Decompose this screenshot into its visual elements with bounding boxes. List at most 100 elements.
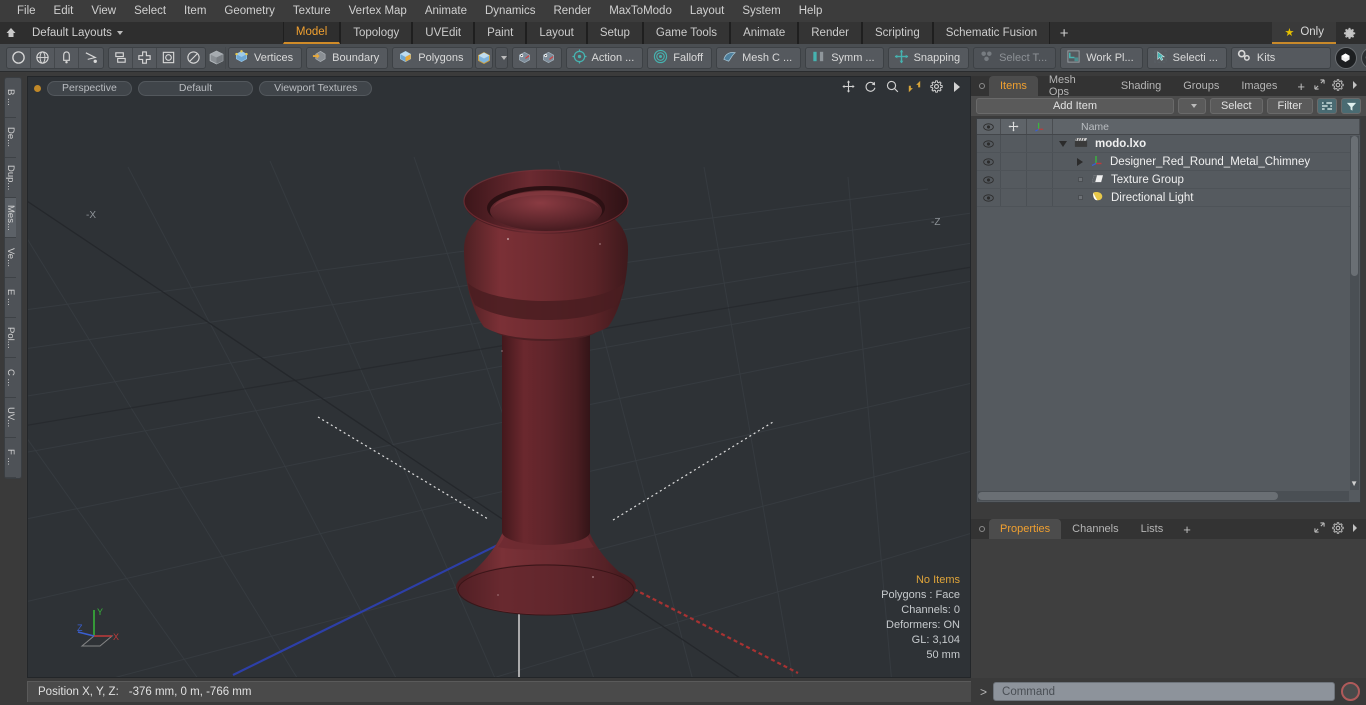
menu-item-render[interactable]: Render (544, 3, 600, 19)
expand-icon[interactable] (1314, 522, 1325, 536)
viewport-textures-selector[interactable]: Viewport Textures (259, 80, 373, 96)
layout-tab-schematic-fusion[interactable]: Schematic Fusion (932, 22, 1051, 44)
pen-icon[interactable] (55, 47, 79, 68)
pan-icon[interactable] (842, 80, 855, 96)
bezier-icon[interactable] (79, 48, 103, 68)
chevron-down-icon[interactable] (1059, 140, 1067, 147)
align-icon[interactable] (109, 47, 133, 68)
substance-icon[interactable] (1334, 46, 1357, 69)
frame-icon[interactable] (157, 47, 181, 68)
menu-item-system[interactable]: System (733, 3, 789, 19)
table-row[interactable]: Designer_Red_Round_Metal_Chimney (977, 153, 1360, 171)
command-input[interactable] (993, 682, 1335, 701)
record-icon[interactable] (1341, 682, 1360, 701)
expand-icon[interactable] (1314, 79, 1325, 93)
item-tree-vertical-scrollbar[interactable] (1350, 136, 1359, 490)
select-button[interactable]: Select (1209, 98, 1263, 114)
funnel-icon[interactable] (1341, 98, 1361, 114)
unreal-icon[interactable] (1360, 46, 1366, 69)
action-center-button[interactable]: Action ... (565, 46, 644, 69)
panel-tab-images[interactable]: Images (1230, 76, 1288, 96)
snapping-button[interactable]: Snapping (887, 46, 970, 69)
layout-tab-animate[interactable]: Animate (730, 22, 799, 44)
left-tab-vertex[interactable]: Ve... (5, 238, 16, 278)
menu-item-edit[interactable]: Edit (45, 3, 83, 19)
row-move-cell[interactable] (1001, 171, 1027, 188)
menu-item-dynamics[interactable]: Dynamics (476, 3, 544, 19)
play-arrow-icon[interactable] (952, 81, 962, 96)
axis-gizmo[interactable]: Y X Z (68, 602, 124, 657)
add-item-dropdown[interactable] (1177, 98, 1206, 114)
menu-item-select[interactable]: Select (125, 3, 175, 19)
item-cube-icon[interactable] (474, 46, 493, 69)
left-tab-curve[interactable]: C ... (5, 358, 16, 398)
layout-tab-model[interactable]: Model (282, 22, 341, 44)
menu-item-file[interactable]: File (8, 3, 45, 19)
symmetry-button[interactable]: Symm ... (805, 46, 884, 69)
menu-item-help[interactable]: Help (790, 3, 832, 19)
chevron-right-icon[interactable] (1077, 157, 1083, 166)
add-panel-tab-button[interactable]: + (1288, 76, 1314, 96)
row-axis-cell[interactable] (1027, 189, 1053, 206)
home-icon[interactable] (0, 22, 22, 44)
menu-item-view[interactable]: View (82, 3, 125, 19)
selection-mode-boundary[interactable]: Boundary (306, 46, 389, 69)
left-tab-basic[interactable]: B ... (5, 78, 16, 118)
add-item-button[interactable]: Add Item (976, 98, 1174, 114)
row-name-cell[interactable]: Directional Light (1053, 189, 1360, 206)
falloff-button[interactable]: Falloff (647, 46, 713, 69)
layout-tab-layout[interactable]: Layout (526, 22, 587, 44)
cube-icon[interactable] (208, 46, 226, 69)
layout-tab-paint[interactable]: Paint (474, 22, 527, 44)
panel-tab-channels[interactable]: Channels (1061, 519, 1129, 539)
row-name-cell[interactable]: Designer_Red_Round_Metal_Chimney (1053, 153, 1360, 170)
snap-cube-a-icon[interactable] (513, 47, 537, 68)
menu-item-vertex-map[interactable]: Vertex Map (340, 3, 416, 19)
chevron-right-icon[interactable] (1351, 523, 1359, 536)
table-row[interactable]: Texture Group (977, 171, 1360, 189)
layout-preset-selector[interactable]: Default Layouts (22, 22, 133, 44)
fit-icon[interactable] (908, 80, 921, 96)
circle-icon[interactable] (7, 47, 31, 68)
globe-icon[interactable] (31, 47, 55, 68)
snap-cube-b-icon[interactable] (537, 48, 561, 68)
layout-tab-scripting[interactable]: Scripting (861, 22, 933, 44)
selection-mode-vertices[interactable]: Vertices (228, 46, 303, 69)
gear-icon[interactable] (1336, 22, 1362, 44)
panel-tab-groups[interactable]: Groups (1172, 76, 1230, 96)
menu-item-geometry[interactable]: Geometry (215, 3, 284, 19)
row-name-cell[interactable]: Texture Group (1053, 171, 1360, 188)
row-axis-cell[interactable] (1027, 171, 1053, 188)
gear-icon[interactable] (930, 80, 943, 96)
work-plane-button[interactable]: Work Pl... (1060, 46, 1143, 69)
menu-item-layout[interactable]: Layout (681, 3, 734, 19)
gear-icon[interactable] (1332, 521, 1344, 537)
viewport-canvas[interactable]: -X -Z (28, 77, 970, 677)
viewport-projection-selector[interactable]: Perspective (47, 80, 132, 96)
left-tab-edge[interactable]: E ... (5, 278, 16, 318)
add-properties-tab-button[interactable]: + (1174, 519, 1200, 539)
filter-button[interactable]: Filter (1266, 98, 1313, 114)
left-tab-mesh-edit[interactable]: Mes... (5, 198, 16, 238)
panel-tab-items[interactable]: Items (988, 76, 1038, 96)
add-layout-tab-button[interactable]: + (1050, 22, 1078, 44)
row-name-cell[interactable]: modo.lxo (1053, 135, 1360, 152)
left-tab-polygon[interactable]: Pol... (5, 318, 16, 358)
table-row[interactable]: Directional Light (977, 189, 1360, 207)
item-tree[interactable]: Name modo.lxo Designer_Red_Round_Metal_C… (976, 118, 1361, 503)
panel-tab-mesh-ops[interactable]: Mesh Ops (1038, 74, 1110, 98)
list-options-icon[interactable] (1317, 98, 1337, 114)
layout-tab-game-tools[interactable]: Game Tools (642, 22, 731, 44)
row-move-cell[interactable] (1001, 135, 1027, 152)
viewport-3d[interactable]: -X -Z Perspective Default Viewport Textu… (27, 76, 971, 678)
panel-tab-properties[interactable]: Properties (989, 519, 1062, 539)
center-icon[interactable] (133, 47, 157, 68)
rotate-icon[interactable] (864, 80, 877, 96)
item-tree-horizontal-scrollbar[interactable] (978, 491, 1349, 501)
row-axis-cell[interactable] (1027, 153, 1053, 170)
menu-item-maxtomodo[interactable]: MaxToModo (600, 3, 681, 19)
left-tab-duplicate[interactable]: Dup... (5, 158, 16, 198)
menu-item-item[interactable]: Item (175, 3, 215, 19)
layout-tab-topology[interactable]: Topology (340, 22, 413, 44)
panel-tab-shading[interactable]: Shading (1110, 76, 1172, 96)
